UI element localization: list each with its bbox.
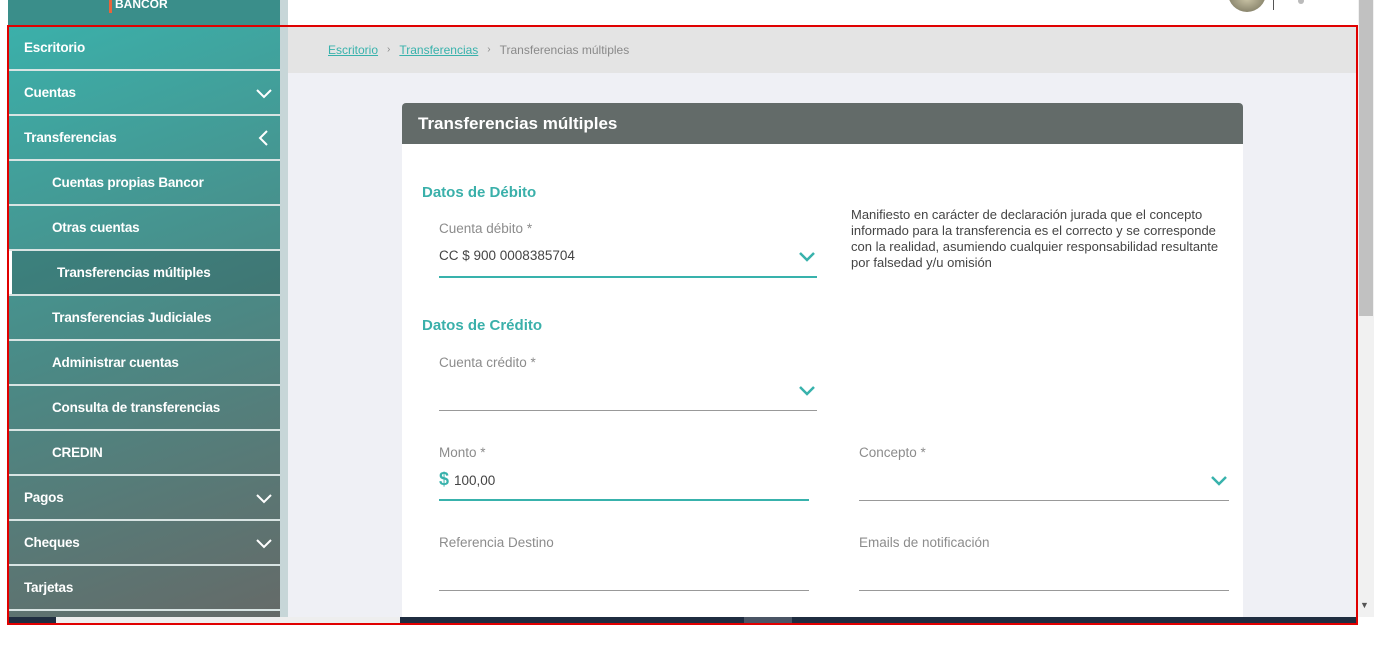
sidebar-item-escritorio[interactable]: Escritorio [8, 26, 280, 71]
currency-symbol: $ [439, 469, 450, 489]
sidebar-item-label: CREDIN [52, 445, 103, 460]
scroll-down-arrow-icon[interactable]: ▼ [1360, 600, 1369, 610]
sidebar-item-transferencias-judiciales[interactable]: Transferencias Judiciales [8, 296, 280, 341]
breadcrumb-separator: › [387, 44, 391, 55]
chevron-down-icon [256, 89, 272, 99]
sidebar-item-label: Cheques [24, 535, 80, 550]
amount-label: Monto * [439, 445, 486, 460]
chevron-down-icon [256, 539, 272, 549]
sidebar-item-transferencias-multiples[interactable]: Transferencias múltiples [8, 251, 280, 296]
sidebar-item-label: Cuentas propias Bancor [52, 175, 204, 190]
sidebar: Escritorio Cuentas Transferencias Cuenta… [8, 26, 280, 617]
debit-section-title: Datos de Débito [422, 184, 537, 201]
user-avatar[interactable] [1228, 0, 1266, 12]
sidebar-item-pagos[interactable]: Pagos [8, 476, 280, 521]
sidebar-item-cuentas[interactable]: Cuentas [8, 71, 280, 116]
reference-label: Referencia Destino [439, 535, 554, 550]
sidebar-item-credin[interactable]: CREDIN [8, 431, 280, 476]
sidebar-item-label: Administrar cuentas [52, 355, 179, 370]
sidebar-item-label: Transferencias [24, 130, 117, 145]
sidebar-item-label: Transferencias Judiciales [52, 310, 212, 325]
top-bar: BANCOR [0, 0, 1358, 26]
taskbar-app[interactable] [744, 617, 792, 624]
sidebar-item-cuentas-propias[interactable]: Cuentas propias Bancor [8, 161, 280, 206]
chevron-down-icon[interactable] [1211, 476, 1227, 486]
sidebar-item-cheques[interactable]: Cheques [8, 521, 280, 566]
debit-account-label: Cuenta débito * [439, 221, 533, 236]
sidebar-item-consulta-transferencias[interactable]: Consulta de transferencias [8, 386, 280, 431]
notification-icon[interactable] [1298, 0, 1304, 4]
bancor-logo[interactable]: BANCOR [109, 0, 168, 13]
page-scrollbar-thumb[interactable] [1359, 0, 1373, 316]
concept-label: Concepto * [859, 445, 926, 460]
amount-input[interactable]: 100,00 [454, 473, 495, 488]
taskbar-search[interactable] [56, 617, 400, 624]
main-content: Escritorio › Transferencias › Transferen… [288, 26, 1358, 623]
sidebar-item-tarjetas[interactable]: Tarjetas [8, 566, 280, 611]
sidebar-item-label: Escritorio [24, 40, 86, 55]
sidebar-item-label: Pagos [24, 490, 64, 505]
sidebar-item-label: Transferencias múltiples [57, 265, 211, 280]
credit-section-title: Datos de Crédito [422, 317, 543, 334]
reference-input[interactable] [439, 590, 809, 591]
divider [1273, 0, 1274, 10]
sidebar-item-otras-cuentas[interactable]: Otras cuentas [8, 206, 280, 251]
chevron-down-icon [256, 494, 272, 504]
declaration-text: Manifiesto en carácter de declaración ju… [851, 207, 1219, 270]
sidebar-item-label: Cuentas [24, 85, 76, 100]
sidebar-item-administrar-cuentas[interactable]: Administrar cuentas [8, 341, 280, 386]
amount-underline [439, 499, 809, 501]
chevron-down-icon[interactable] [799, 252, 815, 262]
credit-account-label: Cuenta crédito * [439, 355, 536, 370]
debit-account-underline [439, 276, 817, 278]
emails-input[interactable] [859, 590, 1229, 591]
page-title: Transferencias múltiples [402, 103, 1243, 144]
sidebar-scrollbar[interactable] [280, 0, 288, 617]
credit-account-select[interactable] [439, 410, 817, 411]
sidebar-item-label: Tarjetas [24, 580, 74, 595]
breadcrumb-current: Transferencias múltiples [499, 42, 630, 57]
chevron-left-icon [258, 130, 268, 146]
breadcrumb-transferencias[interactable]: Transferencias [399, 43, 478, 57]
sidebar-item-transferencias[interactable]: Transferencias [8, 116, 280, 161]
emails-label: Emails de notificación [859, 535, 990, 550]
transfer-form-card: Transferencias múltiples Datos de Débito… [402, 103, 1243, 623]
breadcrumb-separator: › [487, 44, 491, 55]
debit-account-select[interactable]: CC $ 900 0008385704 [439, 248, 575, 263]
breadcrumb-escritorio[interactable]: Escritorio [328, 43, 378, 57]
chevron-down-icon[interactable] [799, 386, 815, 396]
sidebar-item-label: Consulta de transferencias [52, 400, 221, 415]
logo-area: BANCOR [8, 0, 280, 26]
concept-select[interactable] [859, 500, 1229, 501]
breadcrumb: Escritorio › Transferencias › Transferen… [288, 26, 1358, 73]
sidebar-item-label: Otras cuentas [52, 220, 140, 235]
